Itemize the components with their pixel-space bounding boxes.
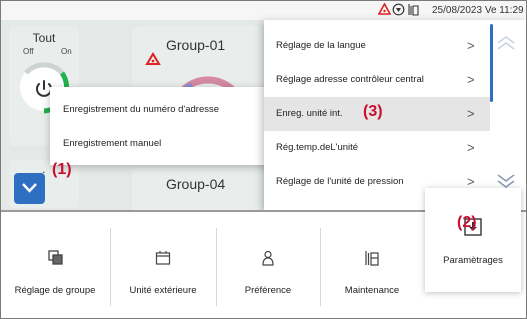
nav-label: Maintenance [344,285,400,296]
nav-outdoor-unit[interactable]: Unité extérieure [111,212,215,318]
chevron-right-icon: > [467,72,475,87]
menu-item-label: Réglage de la langue [276,40,366,51]
chevron-right-icon: > [467,140,475,155]
group-name: Group-04 [166,176,226,192]
schedule-icon[interactable] [392,3,405,16]
warning-icon[interactable] [378,3,391,15]
status-bar: 25/08/2023 Ve 11:29 AM [1,1,526,20]
menu-item-label: Réglage adresse contrôleur central [276,74,424,85]
double-chevron-down-icon[interactable] [496,173,516,189]
nav-settings[interactable]: Paramètrages [425,188,521,292]
menu-scrollbar[interactable] [490,24,493,102]
nav-label: Préférence [244,285,292,296]
chevron-right-icon: > [467,106,475,121]
nav-label: Unité extérieure [129,285,197,296]
nav-label: Paramètrages [443,255,503,266]
all-card-title: Tout [32,31,56,45]
on-label: On [61,47,72,56]
callout-1: (1) [52,161,72,178]
group-settings-icon [48,250,63,265]
expand-menu-button[interactable] [14,173,45,204]
address-registration-popup: Enregistrement du numéro d'adresse Enreg… [50,87,272,165]
nav-preference[interactable]: Préférence [217,212,319,318]
settings-menu: Réglage de la langue > Réglage adresse c… [264,20,526,210]
menu-item-label: Enreg. unité int. [276,108,343,119]
menu-item-label: Réglage de l'unité de pression [276,176,404,187]
option-address-number-registration[interactable]: Enregistrement du numéro d'adresse [63,104,219,115]
nav-label: Réglage de groupe [14,285,96,296]
callout-3: (3) [363,103,383,120]
status-datetime: 25/08/2023 Ve 11:29 AM [432,5,526,16]
menu-item-unit-temperature[interactable]: Rég.temp.deL'unité > [264,131,490,165]
option-manual-registration[interactable]: Enregistrement manuel [63,138,161,149]
chevron-right-icon: > [467,174,475,189]
menu-item-language[interactable]: Réglage de la langue > [264,29,490,63]
off-label: Off [23,47,34,56]
nav-maintenance[interactable]: Maintenance [321,212,423,318]
preference-icon [262,250,274,266]
outdoor-unit-icon [155,251,171,265]
maintenance-icon[interactable] [407,3,420,16]
menu-item-label: Rég.temp.deL'unité [276,142,359,153]
chevron-right-icon: > [467,38,475,53]
controller-screen: 25/08/2023 Ve 11:29 AM Tout Off On Group… [0,0,527,319]
group-card-04[interactable]: Group-04 [132,167,262,213]
nav-group-settings[interactable]: Réglage de groupe [1,212,109,318]
menu-item-central-controller-address[interactable]: Réglage adresse contrôleur central > [264,63,490,97]
bottom-navigation: Réglage de groupe Unité extérieure Préfé… [1,188,526,318]
callout-2: (2) [457,214,477,231]
double-chevron-up-icon[interactable] [496,35,516,51]
maintenance-icon [365,251,379,266]
chevron-down-icon [22,183,37,193]
